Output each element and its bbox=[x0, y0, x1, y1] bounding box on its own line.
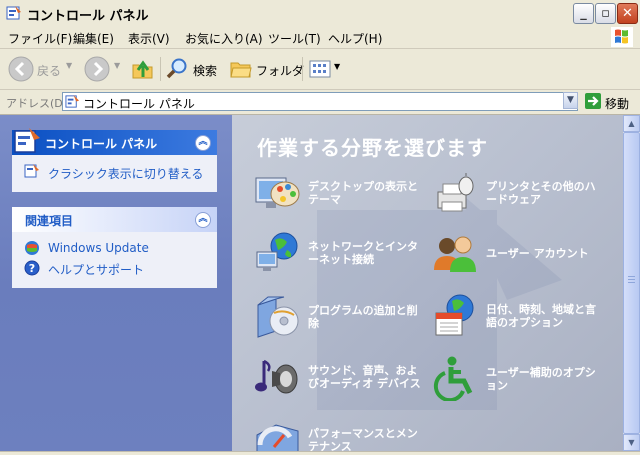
address-input[interactable]: コントロール パネル bbox=[62, 92, 578, 111]
category-label: サウンド、音声、およびオーディオ デバイス bbox=[308, 364, 421, 390]
category-network-internet[interactable]: ネットワークとインターネット接続 bbox=[254, 230, 434, 280]
address-dropdown-button[interactable]: ▼ bbox=[563, 92, 578, 109]
control-panel-app-icon bbox=[6, 6, 21, 20]
forward-dropdown-icon[interactable]: ▼ bbox=[114, 61, 120, 70]
category-display-themes[interactable]: デスクトップの表示とテーマ bbox=[254, 172, 434, 222]
category-performance-maintenance[interactable]: パフォーマンスとメンテナンス bbox=[254, 417, 434, 454]
views-icon[interactable] bbox=[309, 59, 331, 79]
vertical-scrollbar[interactable]: ▲ ▼ bbox=[623, 115, 640, 451]
switch-classic-view-link[interactable]: クラシック表示に切り替える bbox=[48, 165, 203, 182]
toolbar-separator bbox=[160, 57, 161, 81]
go-button-label[interactable]: 移動 bbox=[605, 95, 629, 112]
add-remove-programs-icon bbox=[257, 296, 299, 338]
menu-edit[interactable]: 編集(E) bbox=[73, 30, 114, 47]
category-accessibility[interactable]: ユーザー補助のオプション bbox=[432, 355, 612, 405]
category-date-time-region[interactable]: 日付、時刻、地域と言語のオプション bbox=[432, 293, 612, 343]
menu-tools[interactable]: ツール(T) bbox=[268, 30, 321, 47]
control-panel-box-title: コントロール パネル bbox=[45, 137, 158, 151]
category-label: デスクトップの表示とテーマ bbox=[308, 180, 418, 206]
menu-bar: ファイル(F) 編集(E) 表示(V) お気に入り(A) ツール(T) ヘルプ(… bbox=[0, 26, 640, 49]
search-button-label[interactable]: 検索 bbox=[193, 62, 217, 79]
window-title: コントロール パネル bbox=[27, 9, 149, 24]
performance-icon bbox=[256, 424, 299, 454]
address-value: コントロール パネル bbox=[83, 97, 195, 111]
maximize-button[interactable]: ▫ bbox=[595, 3, 616, 24]
page-heading: 作業する分野を選びます bbox=[257, 136, 488, 160]
title-bar: コントロール パネル _ ▫ ✕ bbox=[0, 0, 640, 27]
menu-favorites[interactable]: お気に入り(A) bbox=[185, 30, 263, 47]
folders-button-label[interactable]: フォルダ bbox=[256, 62, 304, 79]
category-label: ネットワークとインターネット接続 bbox=[308, 240, 418, 266]
toolbar: 戻る ▼ ▼ 検索 フォルダ ▼ bbox=[0, 49, 640, 90]
minimize-button[interactable]: _ bbox=[573, 3, 594, 24]
user-accounts-icon bbox=[434, 236, 476, 272]
category-area: 作業する分野を選びます デスクトップの表示とテーマ プリンタとその他のハードウェ… bbox=[232, 115, 623, 454]
display-icon bbox=[255, 177, 300, 208]
category-label: プログラムの追加と削除 bbox=[308, 304, 418, 330]
back-dropdown-icon[interactable]: ▼ bbox=[66, 61, 72, 70]
category-label: 日付、時刻、地域と言語のオプション bbox=[486, 303, 596, 329]
svg-text:?: ? bbox=[29, 262, 35, 275]
control-panel-small-icon bbox=[65, 94, 80, 108]
forward-arrow-icon[interactable] bbox=[84, 56, 110, 82]
category-sound-audio[interactable]: サウンド、音声、およびオーディオ デバイス bbox=[254, 355, 434, 405]
menu-view[interactable]: 表示(V) bbox=[128, 30, 170, 47]
back-button-label[interactable]: 戻る bbox=[37, 62, 61, 79]
views-dropdown-icon[interactable]: ▼ bbox=[334, 62, 340, 71]
network-icon bbox=[256, 232, 298, 271]
windows-logo-icon bbox=[611, 27, 633, 47]
collapse-chevron-icon[interactable]: ︽ bbox=[195, 212, 211, 228]
category-label: ユーザー アカウント bbox=[486, 247, 589, 260]
sound-icon bbox=[255, 359, 298, 394]
collapse-chevron-icon[interactable]: ︽ bbox=[195, 135, 211, 151]
folders-icon[interactable] bbox=[229, 57, 253, 81]
search-icon[interactable] bbox=[165, 57, 189, 81]
category-printers-hardware[interactable]: プリンタとその他のハードウェア bbox=[432, 172, 612, 222]
windows-update-link[interactable]: Windows Update bbox=[48, 241, 149, 255]
category-user-accounts[interactable]: ユーザー アカウント bbox=[432, 230, 612, 280]
windows-update-icon bbox=[25, 241, 39, 255]
status-bar bbox=[0, 451, 640, 455]
printer-icon bbox=[437, 173, 474, 212]
task-pane: コントロール パネル ︽ クラシック表示に切り替える 関連項目 ︽ Window… bbox=[0, 115, 232, 454]
control-panel-box-header[interactable]: コントロール パネル ︽ bbox=[12, 128, 217, 155]
close-button[interactable]: ✕ bbox=[617, 3, 638, 24]
category-add-remove-programs[interactable]: プログラムの追加と削除 bbox=[254, 293, 434, 343]
control-panel-large-icon bbox=[14, 128, 40, 153]
date-time-icon bbox=[435, 294, 474, 336]
category-label: パフォーマンスとメンテナンス bbox=[308, 427, 418, 453]
control-panel-box: コントロール パネル ︽ クラシック表示に切り替える bbox=[12, 128, 217, 192]
scroll-thumb[interactable] bbox=[623, 132, 640, 434]
go-arrow-icon[interactable] bbox=[585, 93, 601, 109]
menu-file[interactable]: ファイル(F) bbox=[8, 30, 72, 47]
address-bar: アドレス(D) コントロール パネル bbox=[0, 90, 640, 115]
category-label: ユーザー補助のオプション bbox=[486, 366, 596, 392]
related-topics-box-header[interactable]: 関連項目 ︽ bbox=[12, 207, 217, 232]
related-topics-box-title: 関連項目 bbox=[25, 214, 74, 228]
menu-help[interactable]: ヘルプ(H) bbox=[328, 30, 382, 47]
help-support-link[interactable]: ヘルプとサポート bbox=[48, 261, 144, 278]
toolbar-separator bbox=[302, 57, 303, 81]
help-icon: ? bbox=[24, 260, 40, 276]
scroll-down-button[interactable]: ▼ bbox=[623, 434, 640, 451]
scroll-up-button[interactable]: ▲ bbox=[623, 115, 640, 132]
back-arrow-icon[interactable] bbox=[8, 56, 34, 82]
up-folder-icon[interactable] bbox=[130, 56, 156, 82]
related-topics-box: 関連項目 ︽ Windows Update ? ヘルプとサポート bbox=[12, 207, 217, 288]
accessibility-icon bbox=[433, 356, 473, 401]
category-label: プリンタとその他のハードウェア bbox=[486, 180, 596, 206]
address-label: アドレス(D) bbox=[6, 97, 68, 110]
classic-view-icon bbox=[24, 164, 39, 178]
